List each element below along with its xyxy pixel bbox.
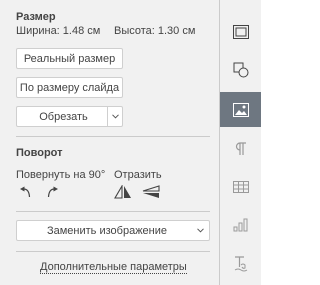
flip-label: Отразить — [114, 169, 162, 181]
replace-image-button[interactable]: Заменить изображение — [16, 220, 210, 241]
replace-image-label[interactable]: Заменить изображение — [17, 225, 197, 237]
image-icon — [232, 102, 249, 117]
sidebar-item-table[interactable] — [220, 169, 261, 204]
divider — [16, 136, 210, 137]
image-settings-panel: Размер Ширина: 1.48 см Высота: 1.30 см Р… — [0, 0, 220, 285]
rotate-counterclockwise-icon[interactable] — [18, 185, 34, 199]
crop-split-button[interactable]: Обрезать — [16, 106, 123, 127]
size-section-title: Размер — [16, 11, 56, 23]
chevron-down-icon — [111, 114, 119, 119]
flip-horizontal-icon[interactable] — [114, 185, 132, 199]
shape-icon — [233, 62, 248, 77]
width-value: Ширина: 1.48 см — [16, 25, 101, 37]
flip-vertical-icon[interactable] — [142, 185, 160, 199]
paragraph-icon — [235, 141, 246, 155]
rotate-90-label: Повернуть на 90° — [16, 169, 106, 181]
slide-icon — [232, 24, 249, 39]
sidebar-item-slide[interactable] — [220, 14, 261, 49]
divider — [16, 211, 210, 212]
fit-to-slide-button[interactable]: По размеру слайда — [16, 77, 123, 98]
chevron-down-icon — [197, 228, 204, 233]
divider — [16, 251, 210, 252]
sidebar-item-shape[interactable] — [220, 52, 261, 87]
textart-icon — [234, 255, 247, 271]
actual-size-button[interactable]: Реальный размер — [16, 48, 123, 69]
crop-button-label[interactable]: Обрезать — [17, 111, 110, 123]
right-sidebar — [220, 0, 261, 285]
chart-icon — [233, 218, 247, 231]
sidebar-item-chart[interactable] — [220, 207, 261, 242]
sidebar-item-paragraph[interactable] — [220, 131, 261, 166]
advanced-settings-link[interactable]: Дополнительные параметры — [40, 261, 187, 274]
crop-dropdown-toggle[interactable] — [107, 107, 122, 126]
rotation-section-title: Поворот — [16, 147, 63, 159]
rotate-clockwise-icon[interactable] — [44, 185, 60, 199]
table-icon — [232, 180, 249, 193]
sidebar-item-image[interactable] — [220, 92, 261, 127]
height-value: Высота: 1.30 см — [114, 25, 196, 37]
sidebar-item-textart[interactable] — [220, 246, 261, 281]
